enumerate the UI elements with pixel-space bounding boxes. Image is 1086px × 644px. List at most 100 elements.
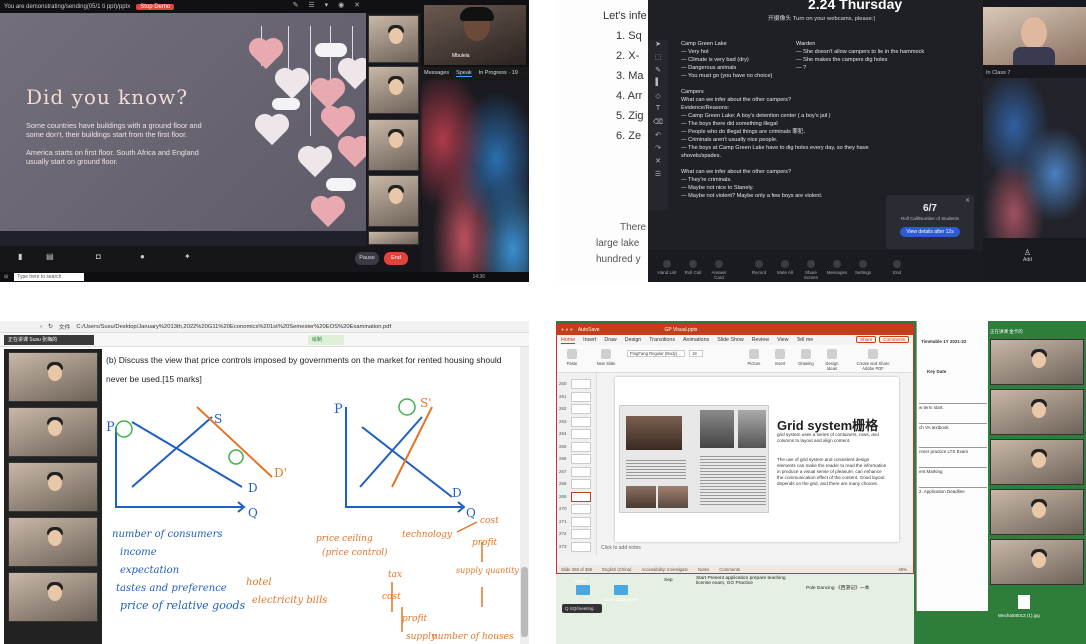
paste-button[interactable]: Paste xyxy=(561,349,583,366)
mute-all-button[interactable]: Mute All xyxy=(774,260,796,275)
highlighter-icon[interactable]: ▌ xyxy=(648,79,668,92)
tab-insert[interactable]: Insert xyxy=(583,337,596,343)
video-tile[interactable] xyxy=(8,462,98,512)
zoom-level[interactable]: 46% xyxy=(898,567,907,572)
slide-thumbnail[interactable] xyxy=(571,516,591,527)
roll-call-button[interactable]: Roll Call xyxy=(682,260,704,275)
shape-icon[interactable]: ◇ xyxy=(648,92,668,105)
video-tile[interactable] xyxy=(8,352,98,402)
tab-messages[interactable]: Messages xyxy=(424,70,449,76)
layers-icon[interactable]: ☰ xyxy=(648,170,668,183)
featured-video[interactable]: Mbulela xyxy=(424,5,526,65)
slide-thumbnail[interactable] xyxy=(571,429,591,439)
top-control-icons[interactable]: ✎ ☰ ▾ ◉ ✕ xyxy=(293,1,364,9)
slide-thumbnail[interactable] xyxy=(571,391,591,402)
meeting-chip[interactable]: Q SQ/meeting xyxy=(562,604,602,613)
tab-view[interactable]: View xyxy=(777,337,788,343)
pdf-url[interactable]: C:/Users/Susu/Desktop/January%2013th,202… xyxy=(76,324,406,330)
participants-icon[interactable]: ● xyxy=(140,252,145,261)
add-participant-button[interactable]: ♙ Add xyxy=(1023,248,1032,263)
comments-toggle[interactable]: Comments xyxy=(719,567,740,572)
folder-icon[interactable] xyxy=(614,585,628,595)
scrollbar-thumb[interactable] xyxy=(521,567,528,637)
tab-slide-show[interactable]: Slide Show xyxy=(717,337,744,343)
comments-button[interactable]: Comments xyxy=(879,336,909,343)
video-tile[interactable] xyxy=(8,572,98,622)
slide-thumbnail[interactable] xyxy=(571,441,591,452)
select-icon[interactable]: ⬚ xyxy=(648,53,668,66)
answer-card-button[interactable]: Answer Card xyxy=(708,260,730,280)
tab-speak[interactable]: Speak xyxy=(456,70,472,77)
record-button[interactable]: Record xyxy=(748,260,770,275)
slide-thumbnail[interactable] xyxy=(571,479,591,489)
camera-icon[interactable]: ◘ xyxy=(96,252,101,261)
insert-button[interactable]: Insert xyxy=(769,349,791,366)
folder-icon[interactable] xyxy=(576,585,590,595)
settings-button[interactable]: Settings xyxy=(852,260,874,275)
notes-field[interactable]: Click to add notes xyxy=(597,545,913,555)
windows-start-icon[interactable]: ⊞ xyxy=(4,274,8,280)
video-tile[interactable] xyxy=(368,175,419,227)
taskbar-search-input[interactable]: Type here to search xyxy=(14,273,85,281)
video-tile[interactable] xyxy=(368,15,419,63)
eraser-icon[interactable]: ⌫ xyxy=(648,118,668,131)
teacher-video[interactable] xyxy=(983,7,1086,65)
messages-button[interactable]: Messages xyxy=(826,260,848,275)
file-tab[interactable]: 文件 xyxy=(59,322,71,331)
video-tile[interactable] xyxy=(990,489,1084,535)
back-icon[interactable]: ‹ xyxy=(40,324,42,330)
drawing-button[interactable]: Drawing xyxy=(795,349,817,366)
share-screen-button[interactable]: Share Screen xyxy=(800,260,822,280)
mic-icon[interactable]: ▮ xyxy=(18,252,22,261)
slide-thumbnail[interactable] xyxy=(571,491,591,502)
slide-thumbnail[interactable] xyxy=(571,379,591,389)
slide-thumbnail[interactable] xyxy=(571,454,591,464)
autosave-label[interactable]: AutoSave xyxy=(578,327,600,333)
slide-thumbnail[interactable] xyxy=(571,541,591,552)
accessibility-label[interactable]: Accessibility: Investigate xyxy=(641,567,688,572)
slide-canvas[interactable]: Grid system栅格 grid system uses a series … xyxy=(615,377,899,542)
picture-button[interactable]: Picture xyxy=(743,349,765,366)
end-class-button[interactable]: End xyxy=(886,260,908,275)
video-tile[interactable] xyxy=(990,389,1084,435)
clear-icon[interactable]: ✕ xyxy=(648,157,668,170)
pause-button[interactable]: Pause xyxy=(355,252,379,265)
video-tile[interactable] xyxy=(990,439,1084,485)
tab-tell-me[interactable]: Tell me xyxy=(796,337,813,343)
share-button[interactable]: Share xyxy=(856,336,877,343)
video-tile[interactable] xyxy=(8,407,98,457)
video-tile[interactable] xyxy=(368,119,419,171)
slide-thumbnail[interactable] xyxy=(571,416,591,427)
scrollbar[interactable] xyxy=(520,347,529,644)
tab-design[interactable]: Design xyxy=(625,337,642,343)
stop-share-button[interactable]: Stop Demo xyxy=(136,3,175,10)
notes-toggle[interactable]: Notes xyxy=(698,567,709,572)
pointer-icon[interactable]: ➤ xyxy=(648,40,668,53)
create-pdf-button[interactable]: Create and Share Adobe PDF xyxy=(853,349,893,371)
pen-icon[interactable]: ✎ xyxy=(648,66,668,79)
font-name-select[interactable]: PingFang Regular (Body) xyxy=(627,350,685,357)
tab-home[interactable]: Home xyxy=(561,337,576,344)
text-icon[interactable]: T xyxy=(648,105,668,118)
chat-icon[interactable]: ▤ xyxy=(46,252,54,261)
hand-list-button[interactable]: Hand List xyxy=(656,260,678,275)
redo-icon[interactable]: ↷ xyxy=(648,144,668,157)
window-controls-icon[interactable]: ● ● ● xyxy=(561,327,573,333)
slide-thumbnail[interactable] xyxy=(571,504,591,514)
gift-icon[interactable]: ✦ xyxy=(184,252,191,261)
tab-transitions[interactable]: Transitions xyxy=(649,337,675,343)
draw-tool-button[interactable]: 绘制 xyxy=(308,335,344,345)
video-tile[interactable] xyxy=(368,231,419,245)
refresh-icon[interactable]: ↻ xyxy=(48,324,53,330)
font-size-select[interactable]: 18 xyxy=(689,350,703,357)
video-tile[interactable] xyxy=(990,339,1084,385)
end-button[interactable]: End xyxy=(384,252,408,265)
video-tile[interactable] xyxy=(368,66,419,114)
view-details-button[interactable]: View details after 12s xyxy=(900,227,960,237)
file-icon[interactable] xyxy=(1018,595,1030,609)
tab-review[interactable]: Review xyxy=(752,337,769,343)
slide-thumbnail[interactable] xyxy=(571,404,591,414)
slide-thumbnail[interactable] xyxy=(571,529,591,539)
tab-animations[interactable]: Animations xyxy=(683,337,709,343)
video-tile[interactable] xyxy=(8,517,98,567)
